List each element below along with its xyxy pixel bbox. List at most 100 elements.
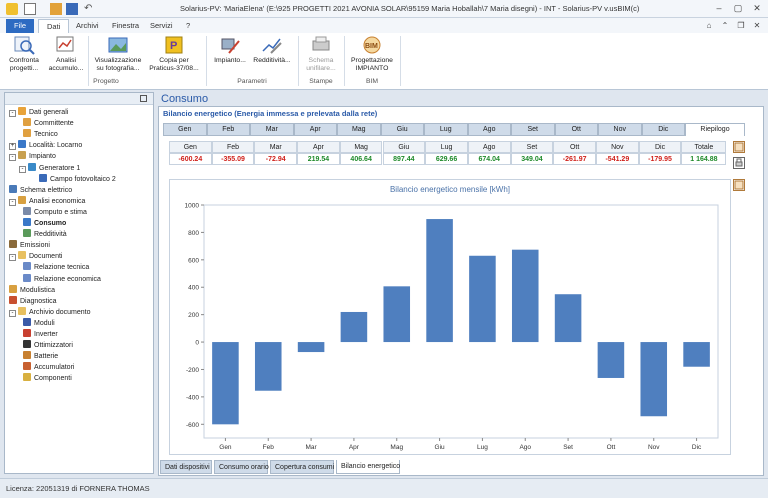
column-header: Mag (339, 141, 383, 153)
tree-item-redditivita[interactable]: Redditività (23, 229, 67, 240)
modulistica-icon (9, 284, 17, 293)
tab-copertura-consumi[interactable]: Copertura consumi (270, 460, 334, 474)
tree-item-documenti[interactable]: - Documenti (9, 251, 62, 262)
single-line-schema-button[interactable]: Schema unifilare... (302, 35, 340, 73)
tab-lug[interactable]: Lug (424, 123, 468, 136)
collapse-icon[interactable]: - (9, 309, 16, 317)
collapse-icon[interactable]: - (9, 254, 16, 262)
tree-item-label: Impianto (29, 153, 56, 161)
tree-item-archivio-documento[interactable]: - Archivio documento (9, 306, 90, 318)
photo-view-button[interactable]: Visualizzazione su fotografia... (92, 35, 144, 73)
tree-item-campo-fotovoltaico-2[interactable]: Campo fotovoltaico 2 (39, 173, 116, 185)
close-icon[interactable]: ✕ (750, 2, 764, 15)
x-tick-label: Ott (607, 444, 616, 451)
table-cell: 1 164.88 (681, 153, 727, 165)
close-doc-icon[interactable]: ✕ (750, 19, 764, 32)
storage-analysis-button[interactable]: Analisi accumulo... (48, 35, 84, 73)
tree-item-generatore-1[interactable]: - Generatore 1 (19, 162, 80, 174)
app-logo-icon (6, 3, 18, 15)
tab-feb[interactable]: Feb (206, 123, 250, 136)
tab-mar[interactable]: Mar (250, 123, 294, 136)
plant-settings-button[interactable]: Impianto... (210, 35, 250, 65)
tree-item-emissioni[interactable]: Emissioni (9, 240, 50, 251)
profitability-button[interactable]: Redditività... (250, 35, 294, 65)
tree-item-dati-generali[interactable]: - Dati generali (9, 107, 68, 118)
tab-servizi[interactable]: Servizi (142, 19, 181, 33)
tab-archivi[interactable]: Archivi (68, 19, 107, 33)
tab-apr[interactable]: Apr (293, 123, 337, 136)
panel-pin-icon[interactable] (140, 95, 147, 102)
tree-item-localita-locarno[interactable]: + Località: Locarno (9, 140, 82, 151)
maximize-icon[interactable]: ▢ (731, 2, 745, 15)
moduli-icon (23, 317, 31, 326)
tab-help[interactable]: ? (178, 19, 198, 33)
export-chart-icon[interactable] (733, 179, 745, 191)
open-folder-icon[interactable] (50, 3, 62, 15)
collapse-icon[interactable]: - (9, 198, 16, 206)
tab-bilancio-energetico[interactable]: Bilancio energetico (336, 460, 400, 474)
tab-dati[interactable]: Dati (38, 19, 70, 33)
tree-item-schema-elettrico[interactable]: Schema elettrico (9, 184, 72, 196)
x-tick-label: Lug (477, 444, 488, 451)
tab-mag[interactable]: Mag (337, 123, 381, 136)
tree-item-moduli[interactable]: Moduli (23, 317, 55, 329)
tree-item-inverter[interactable]: Inverter (23, 329, 58, 340)
tab-dati-dispositivi[interactable]: Dati dispositivi (160, 460, 212, 474)
tecnico-icon (23, 129, 31, 138)
table-cell: 897.44 (382, 153, 426, 165)
collapse-icon[interactable]: - (19, 165, 26, 173)
collapse-icon[interactable]: - (9, 154, 16, 162)
x-tick-label: Dic (692, 444, 702, 451)
group-bim-label: BIM (365, 78, 379, 85)
tab-consumo-orario[interactable]: Consumo orario (214, 460, 269, 474)
tab-file[interactable]: File (6, 19, 35, 33)
tree-item-diagnostica[interactable]: Diagnostica (9, 295, 57, 307)
tree-item-tecnico[interactable]: Tecnico (23, 129, 58, 140)
table-cell: -72.94 (254, 153, 298, 165)
column-header: Lug (425, 141, 468, 153)
tree-item-modulistica[interactable]: Modulistica (9, 284, 55, 296)
bar-set (554, 294, 582, 343)
undo-icon[interactable]: ↶ (84, 3, 96, 15)
tree-item-batterie[interactable]: Batterie (23, 351, 58, 362)
tab-finestra[interactable]: Finestra (104, 19, 147, 33)
column-header: Giu (382, 141, 426, 153)
restore-icon[interactable]: ❐ (734, 19, 748, 32)
tree-item-impianto[interactable]: - Impianto (9, 151, 56, 162)
tree-item-committente[interactable]: Committente (23, 118, 74, 129)
praticus-copy-button[interactable]: P Copia per Praticus-37/08... (146, 35, 202, 73)
collapse-icon[interactable]: - (9, 110, 16, 117)
dati-generali-icon (18, 107, 26, 115)
tree-item-analisi-economica[interactable]: - Analisi economica (9, 195, 85, 207)
home-icon[interactable]: ⌂ (702, 19, 716, 32)
tree-item-label: Ottimizzatori (34, 342, 73, 350)
minimize-icon[interactable]: – (712, 2, 726, 15)
emissioni-icon (9, 240, 17, 249)
bim-design-button[interactable]: BIM Progettazione IMPIANTO (346, 35, 398, 73)
tab-dic[interactable]: Dic (641, 123, 685, 136)
tree-item-label: Relazione economica (34, 275, 101, 283)
tree-item-ottimizzatori[interactable]: Ottimizzatori (23, 340, 73, 351)
tree-item-computo-e-stima[interactable]: Computo e stima (23, 206, 87, 218)
tree-item-accumulatori[interactable]: Accumulatori (23, 362, 74, 373)
new-file-icon[interactable] (24, 3, 36, 15)
tab-giu[interactable]: Giu (380, 123, 424, 136)
plant-icon (219, 35, 241, 55)
compare-projects-button[interactable]: Confronta progetti... (6, 35, 42, 73)
month-tab-bar: Gen Feb Mar Apr Mag Giu Lug Ago Set Ott Nov Dic Riep… (163, 123, 745, 136)
tree-item-relazione-tecnica[interactable]: Relazione tecnica (23, 262, 89, 273)
print-icon[interactable] (733, 157, 745, 169)
tab-set[interactable]: Set (511, 123, 555, 136)
tab-ott[interactable]: Ott (554, 123, 598, 136)
save-table-icon[interactable] (733, 141, 745, 153)
collapse-ribbon-icon[interactable]: ⌃ (718, 19, 732, 32)
tree-item-consumo[interactable]: Consumo (23, 218, 66, 229)
tab-ago[interactable]: Ago (467, 123, 511, 136)
save-icon[interactable] (66, 3, 78, 15)
tab-nov[interactable]: Nov (598, 123, 642, 136)
expand-icon[interactable]: + (9, 143, 16, 151)
tab-riepilogo[interactable]: Riepilogo (685, 123, 745, 136)
tree-item-componenti[interactable]: Componenti (23, 373, 72, 384)
tree-item-relazione-economica[interactable]: Relazione economica (23, 273, 101, 285)
tab-gen[interactable]: Gen (163, 123, 207, 136)
